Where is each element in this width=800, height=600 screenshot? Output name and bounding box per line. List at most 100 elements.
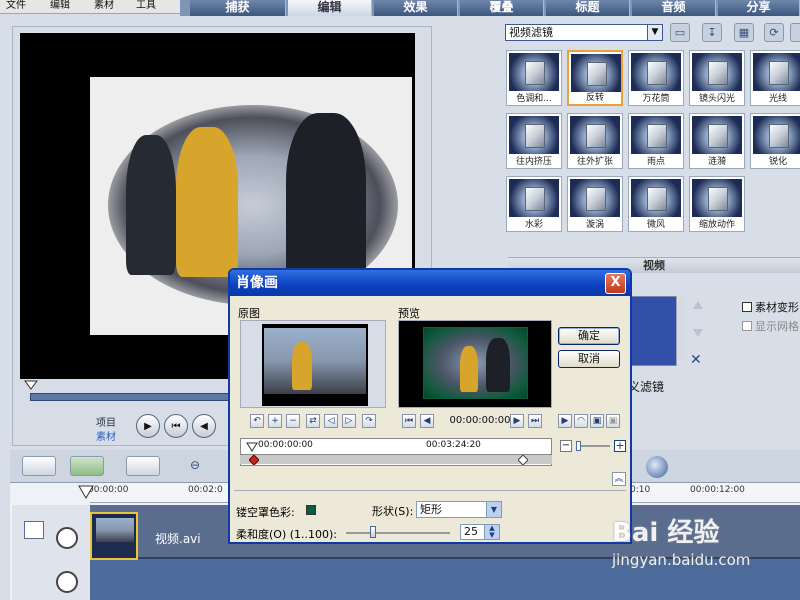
play-icon[interactable]: ▶ [558,414,572,428]
move-up-icon[interactable] [692,300,704,310]
show-grid-checkbox[interactable]: 显示网格 [742,318,799,334]
applied-filter-scrollbar[interactable] [676,296,686,366]
softness-slider-thumb[interactable] [370,526,376,538]
softness-label: 柔和度(O) (1..100): [236,528,338,541]
dialog-title-bar[interactable]: 肖像画 [230,270,630,296]
step-back-icon[interactable]: ◀ [420,414,434,428]
filter-thumbnail[interactable]: 微风 [628,176,684,232]
refresh-icon[interactable]: ⟳ [764,23,784,42]
ruler-tick: 00:00:12:00 [690,485,745,495]
filter-thumbnail[interactable]: 漩涡 [567,176,623,232]
filter-category-select[interactable]: 视频滤镜 ▼ [505,24,663,41]
mode-project[interactable]: 项目 [96,414,116,429]
filter-thumbnail[interactable]: 反转 [567,50,623,106]
menu-edit[interactable]: 编辑 [50,0,70,12]
go-end-icon[interactable]: ⏭ [528,414,542,428]
person-yellow-coat [460,346,478,392]
filter-thumbnail[interactable]: 往外扩张 [567,113,623,169]
checkbox-icon [742,302,752,312]
filter-thumbnail[interactable]: 光线 [750,50,800,106]
show-grid-label: 显示网格 [755,320,799,333]
tab-capture[interactable]: 捕获 [190,0,286,16]
move-down-icon[interactable] [692,328,704,338]
person-yellow-coat [292,342,312,390]
remove-keyframe-icon[interactable]: − [286,414,300,428]
track-toggle-icon[interactable] [24,521,44,539]
filter-label: 缩放动作 [698,220,735,230]
filter-thumbnail[interactable]: 雨点 [628,113,684,169]
loop-icon[interactable]: ◠ [574,414,588,428]
zoom-slider-thumb[interactable] [576,441,581,451]
cancel-button[interactable]: 取消 [558,350,620,368]
tab-overlay[interactable]: 覆叠 [460,0,544,16]
cube-icon [708,124,728,148]
filter-thumbnail[interactable]: 色调和... [506,50,562,106]
5-1-surround-icon[interactable] [646,456,668,478]
prev-frame-button[interactable]: ◀ [192,414,216,438]
mode-clip[interactable]: 素材 [96,428,116,443]
zoom-out-button[interactable]: − [560,440,572,452]
zoom-in-button[interactable]: + [614,440,626,452]
menu-tools[interactable]: 工具 [136,0,156,12]
softness-slider[interactable] [346,532,450,534]
custom-filter-label[interactable]: 义滤镜 [628,378,664,395]
monitor-icon[interactable]: ▣ [590,414,604,428]
go-start-button[interactable]: ⏮ [164,414,188,438]
keyframe-left-icon[interactable]: ◁ [324,414,338,428]
timecode-display[interactable]: 00:00:00:00 [440,415,520,426]
softness-spinner[interactable]: ▲ ▼ [484,524,500,540]
close-button[interactable]: X [605,273,626,294]
original-frame [264,328,366,394]
go-start-icon[interactable]: ⏮ [402,414,416,428]
scrub-handle-icon[interactable] [24,380,38,390]
folder-icon[interactable]: ▭ [670,23,690,42]
video-clip[interactable] [90,512,138,560]
add-keyframe-icon[interactable]: + [268,414,282,428]
keyframe-prev-icon[interactable]: ↶ [250,414,264,428]
step-forward-icon[interactable]: ▶ [510,414,524,428]
cube-icon [708,187,728,211]
filter-thumbnail[interactable]: 缩放动作 [689,176,745,232]
zoom-slider[interactable] [576,445,610,447]
monitor-alt-icon[interactable]: ▣ [606,414,620,428]
timeline-view-button[interactable] [70,456,104,476]
tab-share[interactable]: 分享 [718,0,800,16]
tab-title[interactable]: 标题 [546,0,630,16]
filter-label: 万花筒 [642,94,670,104]
more-icon[interactable] [790,23,800,42]
tab-audio[interactable]: 音频 [632,0,716,16]
storyboard-view-button[interactable] [22,456,56,476]
keyframe-next-icon[interactable]: ↷ [362,414,376,428]
filter-thumbnail[interactable]: 万花筒 [628,50,684,106]
filter-thumbnail[interactable]: 往内挤压 [506,113,562,169]
zoom-out-icon[interactable]: ⊖ [190,458,200,472]
deform-clip-checkbox[interactable]: 素材变形 [742,299,799,315]
menu-clip[interactable]: 素材 [94,0,114,12]
reverse-keyframe-icon[interactable]: ⇄ [306,414,320,428]
keyframe-bar[interactable] [240,454,552,464]
keyframe-right-icon[interactable]: ▷ [342,414,356,428]
audio-view-button[interactable] [126,456,160,476]
import-icon[interactable]: ↧ [702,23,722,42]
collapse-icon[interactable]: ︽ [612,472,626,486]
menu-file[interactable]: 文件 [6,0,26,12]
filter-thumbnail[interactable]: 涟漪 [689,113,745,169]
tab-edit[interactable]: 编辑 [288,0,372,16]
library-icon[interactable]: ▦ [734,23,754,42]
tab-effect[interactable]: 效果 [374,0,458,16]
dialog-title: 肖像画 [236,275,278,291]
start-keyframe-icon[interactable] [249,455,259,465]
portrait-filter-dialog: 肖像画 X 原图 预览 确定 取消 ↶ + − ⇄ ◁ ▷ ↷ ⏮ ◀ 00:0… [228,268,632,544]
filter-thumbnail[interactable]: 锐化 [750,113,800,169]
delete-filter-icon[interactable]: ✕ [690,352,702,368]
mask-color-swatch[interactable] [306,505,316,515]
shape-select[interactable]: 矩形 ▼ [416,501,502,518]
filter-thumbnail[interactable]: 镜头闪光 [689,50,745,106]
playhead-icon[interactable] [78,485,94,499]
play-button[interactable]: ▶ [136,414,160,438]
timeline-cursor-icon[interactable] [246,442,258,452]
ok-button[interactable]: 确定 [558,327,620,345]
filter-label: 微风 [646,220,665,230]
filter-thumbnail[interactable]: 水彩 [506,176,562,232]
end-keyframe-icon[interactable] [518,455,528,465]
